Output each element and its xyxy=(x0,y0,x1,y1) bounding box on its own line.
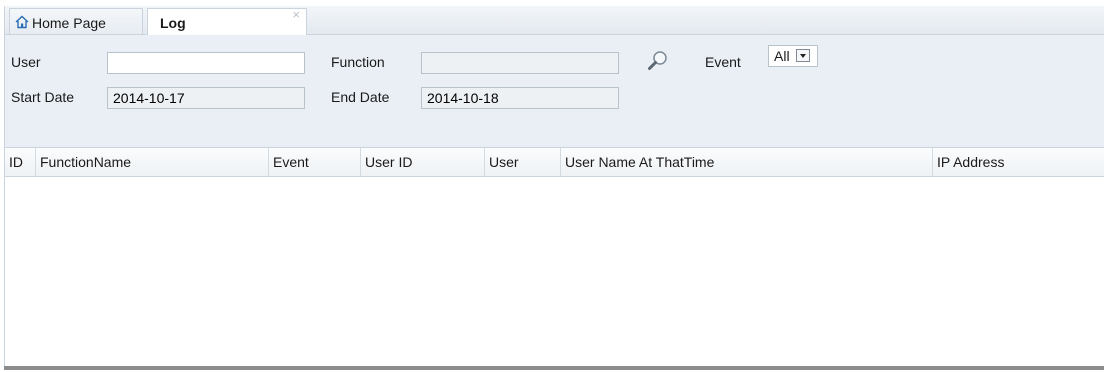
tab-bar: Home Page Log × xyxy=(5,6,1104,35)
event-select-value: All xyxy=(774,48,790,64)
function-input[interactable] xyxy=(421,52,619,74)
user-input[interactable] xyxy=(107,52,305,74)
tab-log-label: Log xyxy=(160,15,186,31)
chevron-down-icon[interactable] xyxy=(796,49,810,62)
end-date-field[interactable] xyxy=(421,87,619,109)
tab-log[interactable]: Log × xyxy=(147,8,307,35)
close-icon[interactable]: × xyxy=(292,8,300,22)
log-table-header: ID FunctionName Event User ID User User … xyxy=(5,147,1104,177)
home-icon xyxy=(15,15,29,29)
column-header-user-id[interactable]: User ID xyxy=(361,148,485,177)
log-panel: Home Page Log × User Function Event All … xyxy=(4,6,1104,368)
function-label: Function xyxy=(331,54,385,70)
column-header-event[interactable]: Event xyxy=(269,148,361,177)
column-header-user-name-at-that-time[interactable]: User Name At ThatTime xyxy=(561,148,933,177)
end-date-label: End Date xyxy=(331,89,390,105)
start-date-label: Start Date xyxy=(11,89,75,105)
column-header-function-name[interactable]: FunctionName xyxy=(36,148,269,177)
search-icon[interactable] xyxy=(645,48,671,74)
tab-home-page-label: Home Page xyxy=(32,15,106,31)
user-label: User xyxy=(11,54,41,70)
tab-home-page[interactable]: Home Page xyxy=(9,8,143,34)
event-label: Event xyxy=(705,54,741,70)
column-header-user[interactable]: User xyxy=(485,148,561,177)
start-date-field[interactable] xyxy=(107,87,305,109)
event-select[interactable]: All xyxy=(768,45,818,67)
filter-panel: User Function Event All Start Date End D… xyxy=(5,35,1104,147)
column-header-ip-address[interactable]: IP Address xyxy=(933,148,1104,177)
column-header-id[interactable]: ID xyxy=(5,148,36,177)
log-table-body xyxy=(5,177,1104,366)
bottom-divider xyxy=(4,366,1104,370)
